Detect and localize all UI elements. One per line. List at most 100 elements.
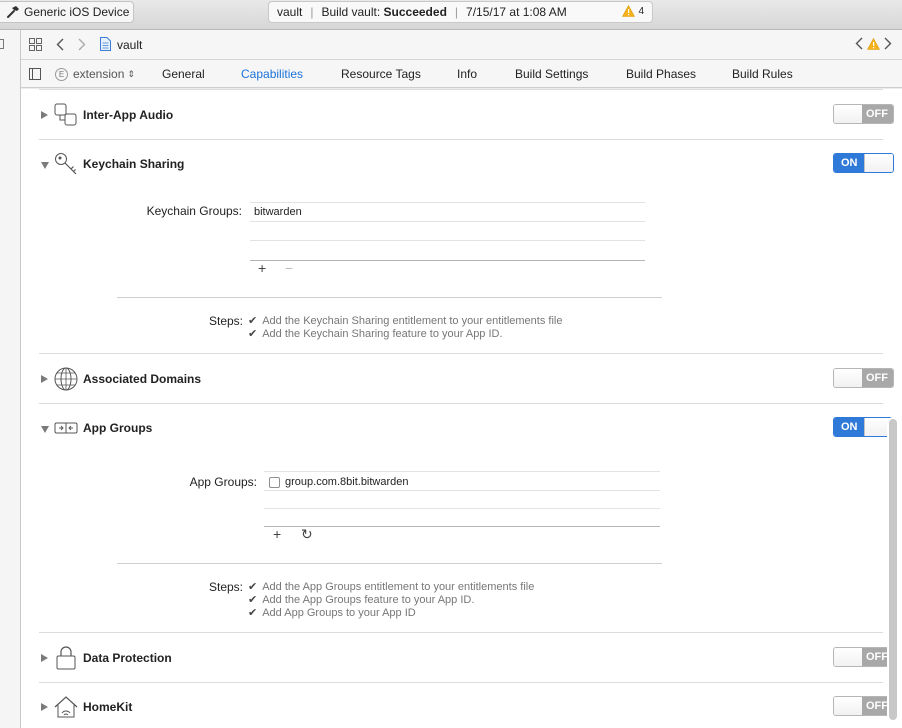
add-app-group-button[interactable]: +: [273, 526, 281, 542]
back-chevron-icon[interactable]: [56, 38, 64, 51]
homekit-toggle[interactable]: OFF: [833, 696, 894, 716]
toggle-state: OFF: [866, 700, 888, 712]
jump-bar: vault: [21, 30, 902, 60]
tab-build-settings[interactable]: Build Settings: [515, 67, 588, 81]
tab-general[interactable]: General: [162, 67, 205, 81]
app-group-checkbox[interactable]: [269, 477, 280, 488]
capability-inter-app-audio: Inter-App Audio OFF: [21, 100, 902, 130]
disclosure-triangle-open-icon[interactable]: [41, 426, 49, 433]
step-text: Add the App Groups feature to your App I…: [262, 594, 475, 606]
project-file-icon: [100, 37, 111, 51]
house-icon: [54, 696, 78, 718]
tab-capabilities[interactable]: Capabilities: [241, 67, 303, 81]
keychain-sharing-toggle[interactable]: ON: [833, 153, 894, 173]
app-groups-icon: [54, 422, 78, 434]
scheme-device-selector[interactable]: Generic iOS Device: [0, 1, 134, 23]
activity-separator: |: [310, 5, 314, 19]
capability-title: App Groups: [83, 421, 153, 435]
app-groups-toggle[interactable]: ON: [833, 417, 894, 437]
app-groups-step-item: ✔ Add the App Groups feature to your App …: [248, 593, 474, 606]
activity-status-prefix: Build vault:: [321, 5, 384, 19]
disclosure-triangle-icon[interactable]: [41, 111, 48, 119]
updown-chevron-icon: ⇕: [127, 68, 135, 79]
app-group-item[interactable]: group.com.8bit.bitwarden: [285, 476, 409, 488]
tab-resource-tags[interactable]: Resource Tags: [341, 67, 421, 81]
checkmark-icon: ✔: [248, 607, 258, 619]
section-divider: [39, 682, 883, 683]
section-divider: [39, 89, 883, 90]
scheme-device-label: Generic iOS Device: [24, 5, 130, 19]
breadcrumb-file[interactable]: vault: [117, 38, 142, 52]
toggle-state: OFF: [866, 372, 888, 384]
capability-title: HomeKit: [83, 700, 133, 714]
tab-build-rules[interactable]: Build Rules: [732, 67, 793, 81]
toggle-state: ON: [841, 421, 858, 433]
next-issue-icon[interactable]: [884, 37, 892, 50]
activity-viewer: vault | Build vault: Succeeded | 7/15/17…: [268, 1, 653, 23]
warning-indicator[interactable]: 4: [622, 5, 644, 17]
app-groups-label: App Groups:: [189, 475, 257, 489]
keychain-group-item[interactable]: bitwarden: [254, 206, 302, 218]
section-divider: [39, 632, 883, 633]
activity-timestamp: 7/15/17 at 1:08 AM: [466, 5, 567, 19]
target-selector[interactable]: E extension ⇕: [55, 67, 135, 81]
disclosure-triangle-icon[interactable]: [41, 375, 48, 383]
remove-keychain-group-button[interactable]: −: [285, 260, 293, 276]
capability-title: Inter-App Audio: [83, 108, 174, 122]
warning-icon: [622, 5, 636, 17]
keychain-step-item: ✔ Add the Keychain Sharing feature to you…: [248, 327, 503, 340]
activity-project: vault: [277, 5, 303, 19]
activity-status: Succeeded: [383, 5, 447, 19]
capability-data-protection: Data Protection OFF: [21, 643, 902, 673]
keychain-step-item: ✔ Add the Keychain Sharing entitlement to…: [248, 314, 562, 327]
disclosure-triangle-icon[interactable]: [41, 703, 48, 711]
inter-app-audio-toggle[interactable]: OFF: [833, 104, 894, 124]
issue-warning-icon[interactable]: [867, 37, 880, 50]
checkmark-icon: ✔: [248, 581, 258, 593]
list-border: [250, 260, 645, 261]
forward-chevron-icon[interactable]: [78, 38, 86, 51]
steps-divider: [117, 297, 662, 298]
previous-issue-icon[interactable]: [855, 37, 863, 50]
step-text: Add App Groups to your App ID: [262, 607, 416, 619]
lock-icon: [56, 646, 76, 670]
section-divider: [39, 403, 883, 404]
keychain-steps-label: Steps:: [209, 314, 244, 328]
related-items-grid-icon[interactable]: [29, 38, 42, 51]
keychain-groups-label: Keychain Groups:: [146, 204, 242, 218]
capability-title: Data Protection: [83, 651, 172, 665]
extension-target-icon: E: [55, 67, 68, 81]
capability-keychain-sharing: Keychain Sharing ON: [21, 149, 902, 179]
list-border: [264, 471, 660, 472]
capability-homekit: HomeKit OFF: [21, 692, 902, 722]
toggle-state: OFF: [866, 651, 888, 663]
associated-domains-toggle[interactable]: OFF: [833, 368, 894, 388]
toggle-state: OFF: [866, 108, 888, 120]
capability-title: Keychain Sharing: [83, 157, 185, 171]
step-text: Add the App Groups entitlement to your e…: [262, 581, 535, 593]
list-row-divider: [264, 508, 660, 509]
tab-build-phases[interactable]: Build Phases: [626, 67, 696, 81]
app-groups-step-item: ✔ Add the App Groups entitlement to your …: [248, 580, 534, 593]
refresh-app-groups-button[interactable]: ↻: [301, 526, 313, 543]
section-divider: [39, 139, 883, 140]
sidebar-toggle-icon[interactable]: [29, 68, 41, 80]
globe-icon: [54, 367, 78, 391]
capability-app-groups: App Groups ON: [21, 413, 902, 443]
data-protection-toggle[interactable]: OFF: [833, 647, 894, 667]
app-groups-step-item: ✔ Add App Groups to your App ID: [248, 606, 416, 619]
window-toolbar: Generic iOS Device vault | Build vault: …: [0, 0, 902, 30]
capability-associated-domains: Associated Domains OFF: [21, 364, 902, 394]
app-groups-steps-label: Steps:: [209, 580, 244, 594]
warning-count: 4: [638, 5, 644, 17]
list-border: [250, 202, 645, 203]
add-keychain-group-button[interactable]: +: [258, 260, 266, 276]
disclosure-triangle-icon[interactable]: [41, 654, 48, 662]
tab-info[interactable]: Info: [457, 67, 477, 81]
disclosure-triangle-open-icon[interactable]: [41, 162, 49, 169]
list-row-divider: [250, 240, 645, 241]
capability-title: Associated Domains: [83, 372, 202, 386]
vertical-scrollbar[interactable]: [887, 417, 899, 722]
navigator-edge: [0, 30, 21, 728]
checkmark-icon: ✔: [248, 594, 258, 606]
